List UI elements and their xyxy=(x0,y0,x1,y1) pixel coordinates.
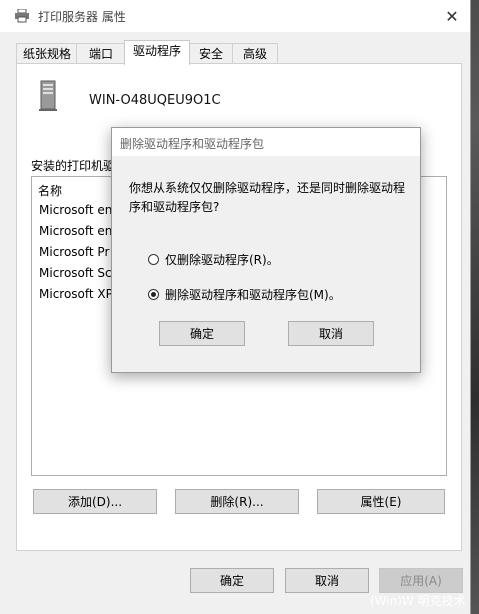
cancel-button[interactable]: 取消 xyxy=(285,568,369,593)
tab-paper-sizes[interactable]: 纸张规格 xyxy=(16,43,78,64)
close-icon: ✕ xyxy=(445,6,459,26)
watermark: (Win)W 明克技术 xyxy=(370,594,466,608)
radio-label[interactable]: 删除驱动程序和驱动程序包(M)。 xyxy=(165,286,341,303)
dialog-cancel-button[interactable]: 取消 xyxy=(288,321,374,346)
driver-properties-button[interactable]: 属性(E) xyxy=(317,489,445,514)
radio-remove-driver-and-package[interactable]: 删除驱动程序和驱动程序包(M)。 xyxy=(148,286,341,303)
printer-icon xyxy=(15,9,29,23)
tab-drivers[interactable]: 驱动程序 xyxy=(124,40,190,65)
dialog-title-bar: 删除驱动程序和驱动程序包 xyxy=(112,128,420,156)
server-name: WIN-O48UQEU9O1C xyxy=(89,93,221,108)
close-button[interactable]: ✕ xyxy=(434,0,470,32)
installed-drivers-label: 安装的打印机驱 xyxy=(31,159,116,173)
list-item[interactable]: Microsoft Pr xyxy=(39,245,109,259)
radio-unchecked-icon[interactable] xyxy=(148,254,159,265)
radio-remove-driver-only[interactable]: 仅删除驱动程序(R)。 xyxy=(148,251,279,268)
window-title: 打印服务器 属性 xyxy=(38,10,126,24)
tab-security[interactable]: 安全 xyxy=(188,43,234,64)
server-icon xyxy=(39,80,57,111)
dialog-ok-button[interactable]: 确定 xyxy=(159,321,245,346)
remove-driver-dialog: 删除驱动程序和驱动程序包 你想从系统仅仅删除驱动程序，还是同时删除驱动程序和驱动… xyxy=(111,127,421,373)
title-bar: 打印服务器 属性 ✕ xyxy=(0,0,470,32)
list-item[interactable]: Microsoft XP xyxy=(39,287,113,301)
radio-label[interactable]: 仅删除驱动程序(R)。 xyxy=(165,251,279,268)
remove-driver-button[interactable]: 删除(R)... xyxy=(175,489,299,514)
tab-advanced[interactable]: 高级 xyxy=(232,43,278,64)
list-item[interactable]: Microsoft Sc xyxy=(39,266,112,280)
column-header-name[interactable]: 名称 xyxy=(38,182,62,199)
tab-ports[interactable]: 端口 xyxy=(76,43,126,64)
add-driver-button[interactable]: 添加(D)... xyxy=(33,489,157,514)
list-item[interactable]: Microsoft en xyxy=(39,203,112,217)
radio-checked-icon[interactable] xyxy=(148,289,159,300)
ok-button[interactable]: 确定 xyxy=(190,568,274,593)
apply-button[interactable]: 应用(A) xyxy=(379,568,463,593)
dialog-message: 你想从系统仅仅删除驱动程序，还是同时删除驱动程序和驱动程序包? xyxy=(129,181,406,214)
dialog-title: 删除驱动程序和驱动程序包 xyxy=(120,137,265,151)
list-item[interactable]: Microsoft en xyxy=(39,224,112,238)
